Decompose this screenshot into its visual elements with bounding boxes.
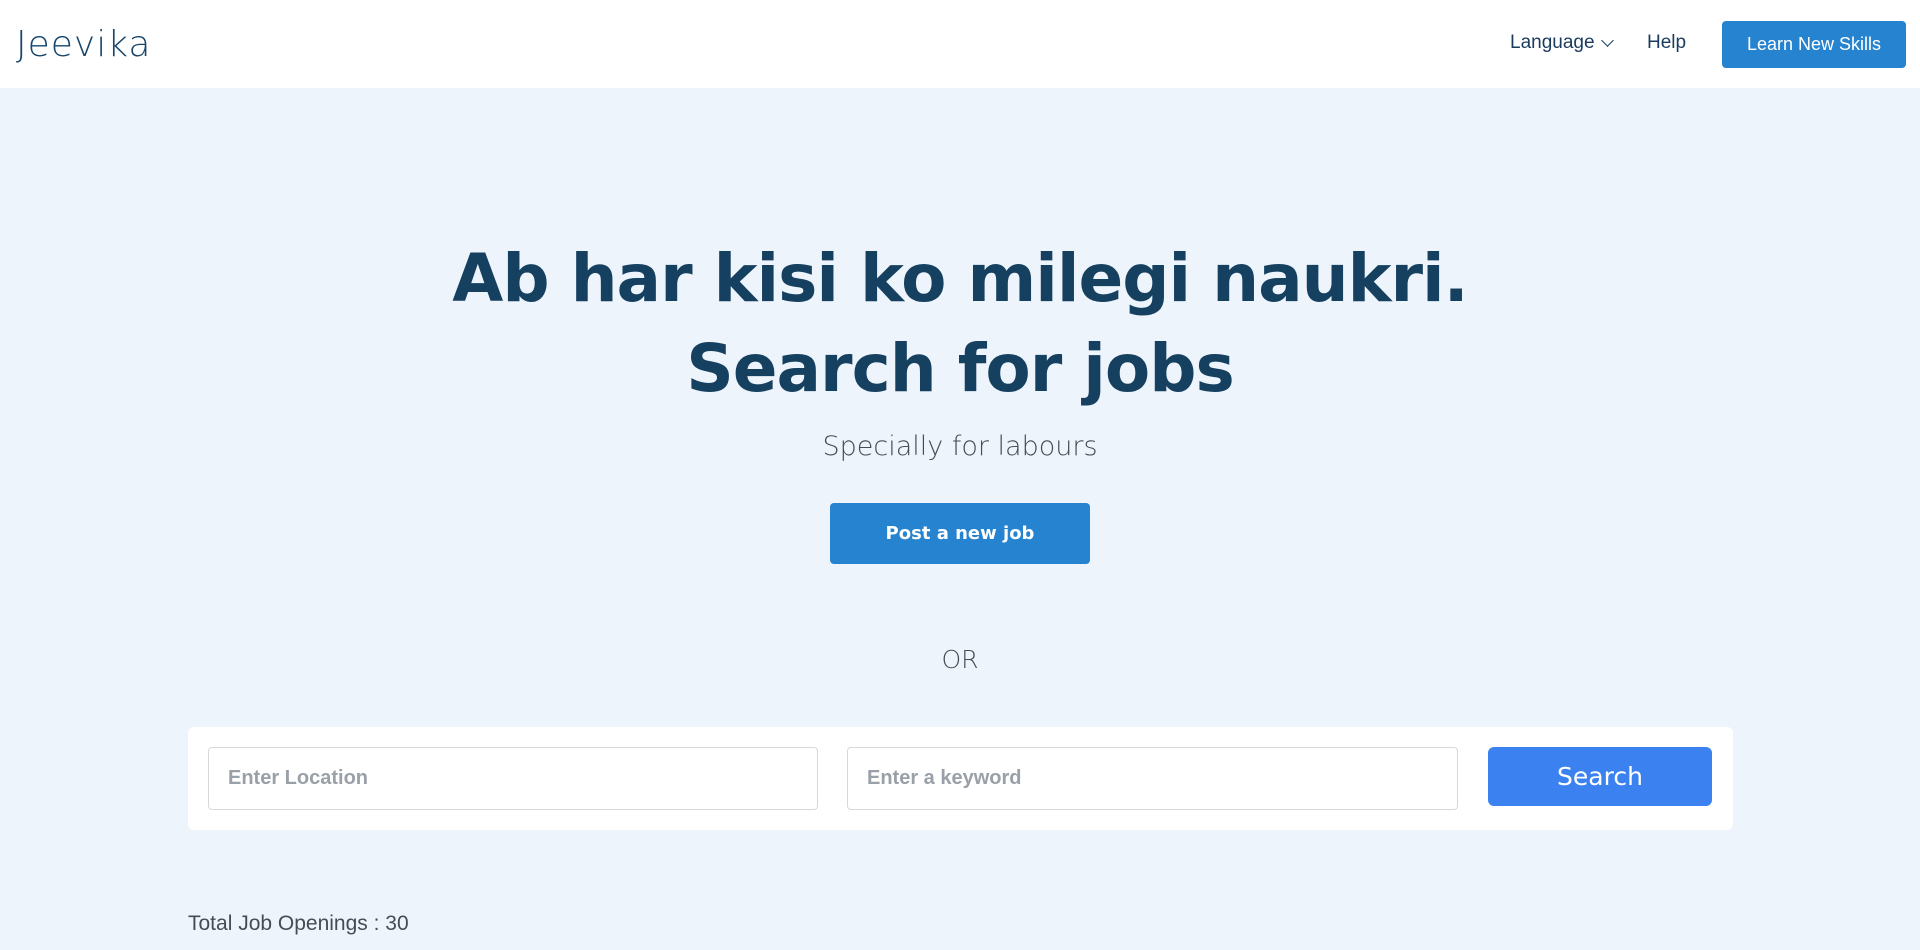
top-navbar: Jeevika Language Help Learn New Skills [0,0,1920,88]
language-label: Language [1510,32,1595,53]
help-link[interactable]: Help [1647,32,1686,54]
hero-title-line1: Ab har kisi ko milegi naukri. [452,240,1468,317]
total-job-openings: Total Job Openings : 30 [188,912,409,935]
site-logo[interactable]: Jeevika [16,24,152,65]
chevron-down-icon [1600,34,1614,47]
learn-new-skills-button[interactable]: Learn New Skills [1722,21,1906,68]
location-input[interactable] [208,747,818,810]
hero-subtitle: Specially for labours [822,431,1098,462]
search-button[interactable]: Search [1488,747,1712,806]
keyword-input[interactable] [847,747,1458,810]
hero-title-line2: Search for jobs [686,330,1235,407]
language-dropdown[interactable]: Language [1510,32,1614,54]
post-new-job-button[interactable]: Post a new job [830,503,1090,564]
job-search-panel: Search [188,727,1733,830]
or-divider-text: OR [941,645,979,674]
